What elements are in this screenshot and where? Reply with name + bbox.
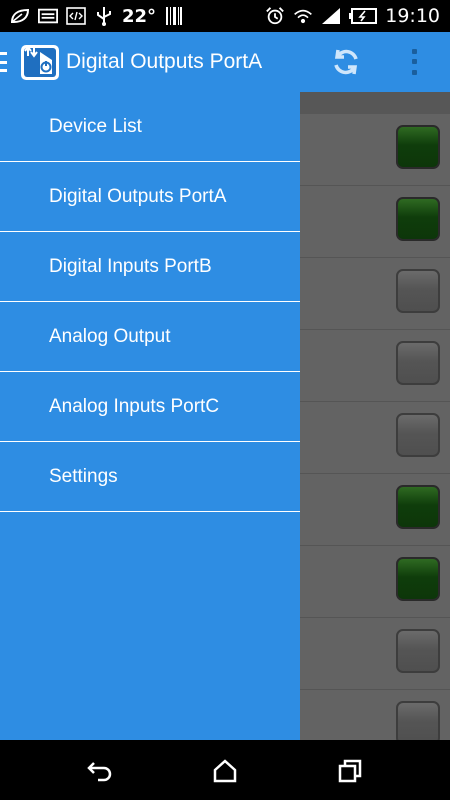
output-toggle-on[interactable] — [396, 557, 440, 601]
refresh-icon[interactable] — [328, 44, 364, 80]
menu-icon[interactable] — [0, 52, 12, 72]
drawer-item-label: Analog Output — [49, 325, 171, 347]
drawer-item-analog-inputs-portc[interactable]: Analog Inputs PortC — [0, 372, 300, 442]
page-title: Digital Outputs PortA — [66, 50, 263, 73]
output-toggle-off[interactable] — [396, 269, 440, 313]
navigation-drawer: Device List Digital Outputs PortA Digita… — [0, 92, 300, 740]
drawer-item-label: Analog Inputs PortC — [49, 395, 220, 417]
status-bar-left: 22° — [0, 6, 184, 27]
drawer-item-analog-output[interactable]: Analog Output — [0, 302, 300, 372]
drawer-item-label: Digital Outputs PortA — [49, 185, 227, 207]
output-toggle-on[interactable] — [396, 197, 440, 241]
output-toggle-on[interactable] — [396, 125, 440, 169]
output-toggle-off[interactable] — [396, 341, 440, 385]
wifi-icon — [293, 7, 313, 25]
recents-icon[interactable] — [335, 756, 365, 786]
battery-icon — [349, 7, 378, 25]
temperature-text: 22° — [122, 5, 157, 27]
leaf-icon — [10, 7, 30, 25]
status-bar-right: 19:10 — [265, 5, 450, 27]
output-toggle-off[interactable] — [396, 701, 440, 740]
signal-icon — [321, 7, 341, 25]
status-bar: 22° 19:10 — [0, 0, 450, 32]
drawer-item-device-list[interactable]: Device List — [0, 92, 300, 162]
drawer-item-label: Digital Inputs PortB — [49, 255, 212, 277]
drawer-item-settings[interactable]: Settings — [0, 442, 300, 512]
system-nav-bar — [0, 740, 450, 800]
home-icon[interactable] — [210, 756, 240, 786]
app-logo-icon[interactable] — [20, 42, 60, 82]
back-icon[interactable] — [85, 756, 115, 786]
drawer-item-label: Settings — [49, 465, 118, 487]
code-icon — [66, 7, 86, 25]
drawer-item-digital-inputs-portb[interactable]: Digital Inputs PortB — [0, 232, 300, 302]
alarm-icon — [265, 7, 285, 25]
image-icon — [38, 7, 58, 25]
barcode-icon — [164, 7, 184, 25]
drawer-item-label: Device List — [49, 115, 142, 137]
drawer-item-digital-outputs-porta[interactable]: Digital Outputs PortA — [0, 162, 300, 232]
output-toggle-off[interactable] — [396, 629, 440, 673]
clock-text: 19:10 — [385, 5, 440, 27]
output-toggle-off[interactable] — [396, 413, 440, 457]
output-toggle-on[interactable] — [396, 485, 440, 529]
usb-icon — [94, 7, 114, 26]
overflow-menu-icon[interactable] — [402, 46, 426, 78]
app-bar: Digital Outputs PortA — [0, 32, 450, 92]
